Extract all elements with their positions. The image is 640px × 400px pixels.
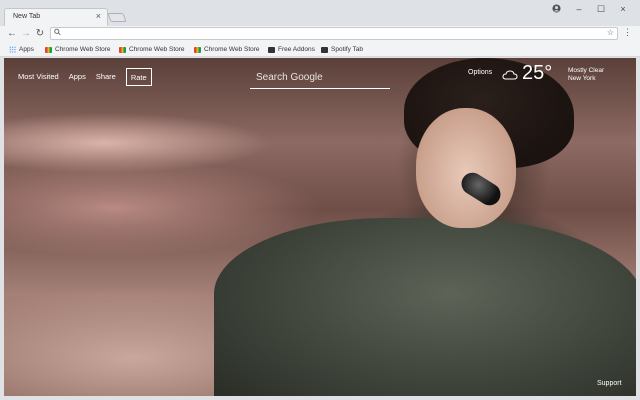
cloud-moon-icon	[502, 67, 520, 80]
chrome-web-store-icon	[45, 46, 52, 53]
background-photo-jacket	[214, 218, 636, 396]
rate-button[interactable]: Rate	[125, 68, 152, 86]
tab-close-icon[interactable]: ×	[96, 11, 101, 21]
apps-link[interactable]: Apps	[69, 68, 86, 86]
chrome-web-store-icon	[194, 46, 201, 53]
google-search-box	[250, 67, 390, 89]
addon-icon	[321, 46, 328, 53]
options-link[interactable]: Options	[468, 69, 492, 76]
search-icon	[54, 28, 61, 38]
temperature: 25°	[522, 62, 553, 84]
tab-new-tab[interactable]: New Tab ×	[4, 8, 108, 26]
support-link[interactable]: Support	[597, 380, 622, 387]
minimize-button[interactable]: –	[572, 4, 586, 14]
reload-button[interactable]: ↻	[34, 28, 46, 40]
weather-details: Mostly Clear New York	[568, 67, 604, 83]
page-nav: Most Visited Apps Share Rate	[18, 68, 162, 86]
addon-icon	[268, 46, 275, 53]
bookmark-chrome-web-store-2[interactable]: Chrome Web Store	[119, 44, 185, 55]
weather-condition: Mostly Clear	[568, 67, 605, 74]
weather-location: New York	[568, 75, 596, 82]
bookmark-label: Apps	[19, 46, 34, 53]
new-tab-page: Most Visited Apps Share Rate Options 25°…	[4, 58, 636, 396]
close-window-button[interactable]: ×	[616, 4, 630, 14]
background-photo-face	[416, 108, 516, 228]
apps-grid-icon	[9, 46, 16, 53]
bookmark-chrome-web-store-1[interactable]: Chrome Web Store	[45, 44, 111, 55]
profile-icon[interactable]	[549, 4, 563, 15]
browser-toolbar: ← → ↻ ☆ ⋮	[0, 26, 640, 42]
new-tab-button[interactable]	[107, 13, 127, 22]
bookmark-spotify-tab[interactable]: Spotify Tab	[321, 44, 363, 55]
title-bar: New Tab × – ☐ ×	[0, 0, 640, 26]
chrome-web-store-icon	[119, 46, 126, 53]
bookmark-apps[interactable]: Apps	[9, 44, 34, 55]
maximize-button[interactable]: ☐	[594, 4, 608, 15]
bookmark-label: Chrome Web Store	[129, 46, 185, 53]
share-link[interactable]: Share	[96, 68, 116, 86]
bookmark-free-addons[interactable]: Free Addons	[268, 44, 315, 55]
back-button[interactable]: ←	[6, 28, 18, 40]
bookmark-chrome-web-store-3[interactable]: Chrome Web Store	[194, 44, 260, 55]
most-visited-link[interactable]: Most Visited	[18, 68, 59, 86]
bookmarks-bar: Apps Chrome Web Store Chrome Web Store C…	[0, 42, 640, 57]
bookmark-label: Free Addons	[278, 46, 315, 53]
bookmark-label: Spotify Tab	[331, 46, 364, 53]
bookmark-label: Chrome Web Store	[55, 46, 111, 53]
menu-icon[interactable]: ⋮	[623, 27, 632, 38]
address-input[interactable]	[65, 28, 595, 39]
tab-title: New Tab	[13, 13, 41, 20]
bookmark-label: Chrome Web Store	[204, 46, 260, 53]
address-bar[interactable]: ☆	[50, 27, 618, 40]
forward-button[interactable]: →	[20, 28, 32, 40]
search-input[interactable]	[250, 67, 390, 88]
bookmark-star-icon[interactable]: ☆	[607, 28, 614, 37]
